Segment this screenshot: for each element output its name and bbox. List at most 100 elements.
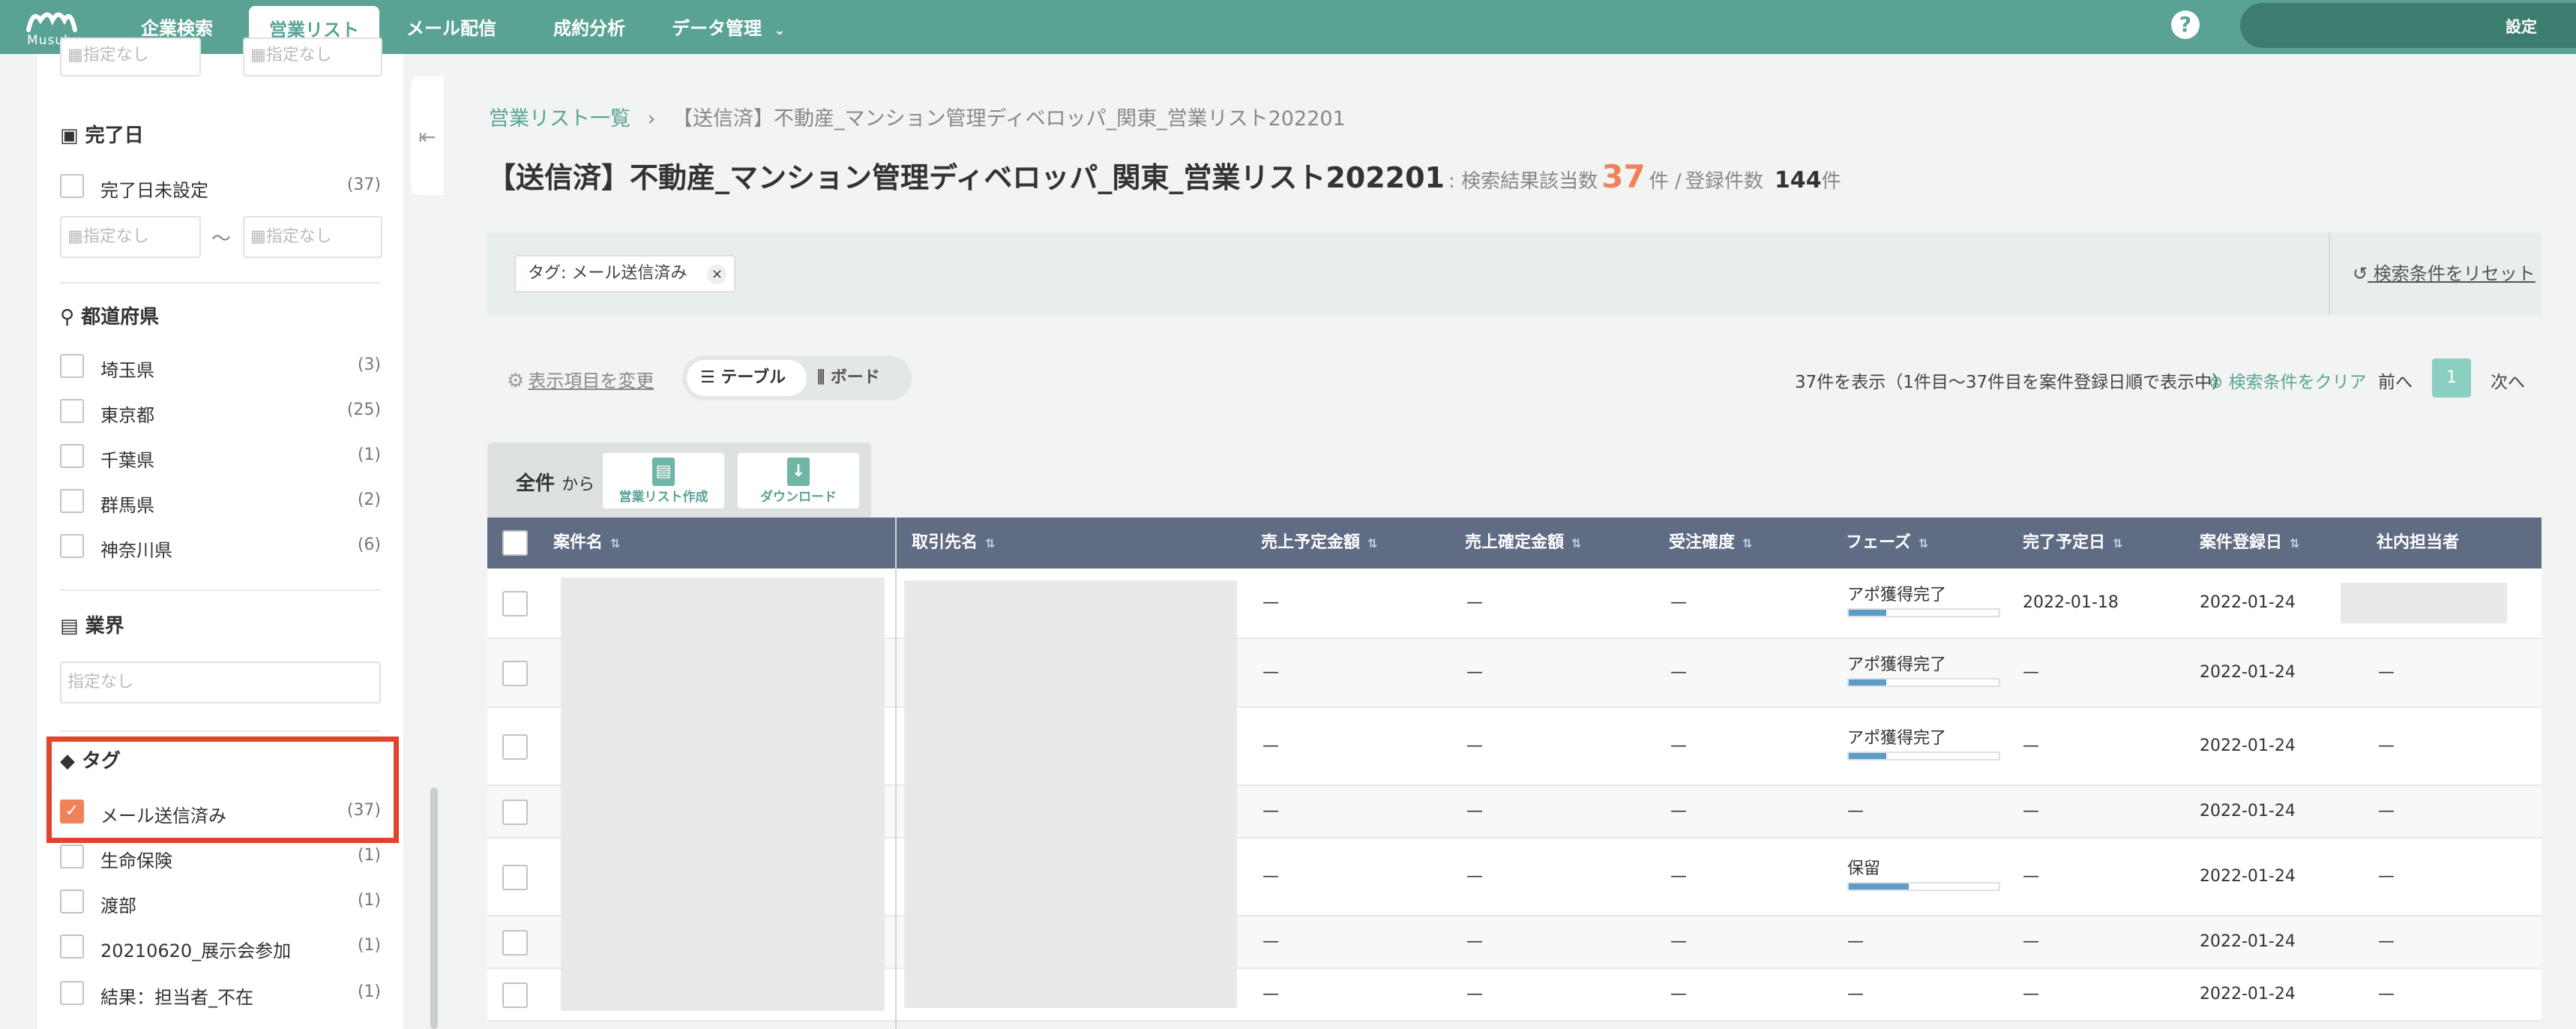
cell-phase: アポ獲得完了 <box>1847 656 1947 674</box>
page-heading: 【送信済】不動産_マンション管理ディベロッパ_関東_営業リスト202201 : … <box>487 154 1841 196</box>
sidebar-scrollbar[interactable] <box>430 788 438 1029</box>
musubu-logo-icon[interactable] <box>25 8 78 33</box>
row-checkbox[interactable] <box>502 591 528 616</box>
settings-button[interactable]: 設定 <box>2488 3 2576 48</box>
cell-registered-date: 2022-01-24 <box>2200 802 2296 820</box>
industry-section-title: ▤ 業界 <box>60 610 124 638</box>
phase-progress-bar <box>1847 752 2000 760</box>
cell-confirmed-sales: — <box>1466 593 1483 612</box>
col-registered-date[interactable]: 案件登録日 ⇅ <box>2200 518 2299 568</box>
completion-unset-checkbox[interactable] <box>60 174 84 198</box>
collapse-sidebar-icon[interactable]: ⇤ <box>411 76 444 195</box>
col-label: 案件名 <box>553 533 604 552</box>
prev-page-button[interactable]: 前へ <box>2378 368 2413 393</box>
page-1-button[interactable]: 1 <box>2432 358 2471 398</box>
sort-icon: ⇅ <box>610 536 621 550</box>
cell-due-date: — <box>2023 802 2039 820</box>
view-board-button[interactable]: ⫼ ボード <box>817 360 907 396</box>
prefecture-checkbox[interactable] <box>60 534 84 558</box>
completion-unset-count: (37) <box>346 176 381 194</box>
column-divider <box>895 518 897 1029</box>
view-board-label: ボード <box>830 368 880 387</box>
select-all-checkbox[interactable] <box>502 530 528 556</box>
next-page-button[interactable]: 次へ <box>2491 368 2525 393</box>
nav-data-management[interactable]: データ管理 ⌄ <box>672 0 785 54</box>
calendar-check-icon: ▣ <box>60 124 85 147</box>
cell-due-date: — <box>2023 985 2039 1004</box>
cell-registered-date: 2022-01-24 <box>2200 867 2296 886</box>
cell-planned-sales: — <box>1263 867 1279 886</box>
tag-checkbox[interactable] <box>60 981 84 1005</box>
download-button[interactable]: ↓ ダウンロード <box>738 453 859 508</box>
create-list-button[interactable]: ▤ 営業リスト作成 <box>603 453 724 508</box>
col-probability[interactable]: 受注確度 ⇅ <box>1669 518 1752 568</box>
cell-phase: アポ獲得完了 <box>1847 729 1947 748</box>
hits-label: : 検索結果該当数 <box>1448 170 1598 193</box>
map-pin-icon: ⚲ <box>60 306 82 328</box>
breadcrumb-link[interactable]: 営業リスト一覧 <box>489 107 631 130</box>
calendar-icon: ▦ <box>250 227 266 246</box>
prefecture-checkbox[interactable] <box>60 444 84 468</box>
nav-mail-delivery[interactable]: メール配信 <box>406 0 496 54</box>
cell-phase: — <box>1847 932 1864 951</box>
row-checkbox[interactable] <box>502 930 528 956</box>
col-confirmed-sales[interactable]: 売上確定金額 ⇅ <box>1465 518 1581 568</box>
cell-owner: — <box>2378 663 2395 682</box>
tag-checkbox[interactable] <box>60 934 84 958</box>
cell-registered-date: 2022-01-24 <box>2200 985 2296 1004</box>
col-owner[interactable]: 社内担当者 <box>2377 518 2459 568</box>
hits-count: 37 <box>1601 158 1646 195</box>
cell-probability: — <box>1670 985 1687 1004</box>
date-to-input-top[interactable]: ▦指定なし <box>243 38 382 76</box>
prefecture-checkbox[interactable] <box>60 354 84 378</box>
col-label: 売上予定金額 <box>1261 533 1361 552</box>
cell-probability: — <box>1670 932 1687 951</box>
col-client-name[interactable]: 取引先名 ⇅ <box>912 518 995 568</box>
reset-search-button[interactable]: ↺ 検索条件をリセット <box>2329 232 2542 315</box>
sort-icon: ⇅ <box>1367 536 1378 550</box>
col-label: 完了予定日 <box>2023 533 2106 552</box>
tag-checkbox[interactable] <box>60 890 84 914</box>
close-icon[interactable]: × <box>707 265 727 284</box>
completion-from-input[interactable]: ▦指定なし <box>60 216 201 258</box>
prefecture-count: (6) <box>357 536 381 554</box>
col-deal-name[interactable]: 案件名 ⇅ <box>553 518 620 568</box>
row-checkbox[interactable] <box>502 661 528 686</box>
industry-select[interactable]: 指定なし <box>60 662 381 704</box>
completion-to-input[interactable]: ▦指定なし <box>243 216 382 258</box>
cell-owner: — <box>2378 932 2395 951</box>
completion-date-section-title: ▣ 完了日 <box>60 120 144 148</box>
cell-phase: アポ獲得完了 <box>1847 586 1947 604</box>
phase-progress-bar <box>1847 882 2000 891</box>
col-planned-sales[interactable]: 売上予定金額 ⇅ <box>1261 518 1377 568</box>
account-menu[interactable] <box>2240 3 2488 48</box>
col-due-date[interactable]: 完了予定日 ⇅ <box>2023 518 2122 568</box>
date-from-input-top[interactable]: ▦指定なし <box>60 38 201 76</box>
tag-checkbox[interactable] <box>60 844 84 868</box>
col-label: 売上確定金額 <box>1465 533 1565 552</box>
cell-owner: — <box>2378 985 2395 1004</box>
building-icon: ▤ <box>60 615 85 638</box>
row-checkbox[interactable] <box>502 982 528 1008</box>
col-phase[interactable]: フェーズ ⇅ <box>1846 518 1928 568</box>
cell-confirmed-sales: — <box>1466 663 1483 682</box>
active-filter-bar <box>487 232 2542 315</box>
cell-planned-sales: — <box>1263 736 1279 755</box>
row-checkbox[interactable] <box>502 800 528 825</box>
help-icon[interactable]: ? <box>2171 10 2200 39</box>
result-summary: 37件を表示（1件目〜37件目を案件登録日順で表示中） <box>1795 373 2230 392</box>
prefecture-checkbox[interactable] <box>60 399 84 423</box>
prefecture-checkbox[interactable] <box>60 489 84 513</box>
cell-registered-date: 2022-01-24 <box>2200 593 2296 612</box>
sort-icon: ⇅ <box>2113 536 2123 550</box>
hits-unit: 件 / <box>1649 170 1682 193</box>
nav-deal-analysis[interactable]: 成約分析 <box>553 0 625 54</box>
sort-icon: ⇅ <box>1742 536 1753 550</box>
date-range-tilde: 〜 <box>211 228 232 250</box>
clear-conditions-link[interactable]: ⊗ 検索条件をクリア <box>2209 368 2367 393</box>
row-checkbox[interactable] <box>502 865 528 890</box>
bulk-scope-suffix: から <box>562 476 595 494</box>
row-checkbox[interactable] <box>502 734 528 760</box>
change-columns-link[interactable]: ⚙ 表示項目を変更 <box>507 366 654 392</box>
view-table-button[interactable]: ☰ テーブル <box>687 360 807 396</box>
